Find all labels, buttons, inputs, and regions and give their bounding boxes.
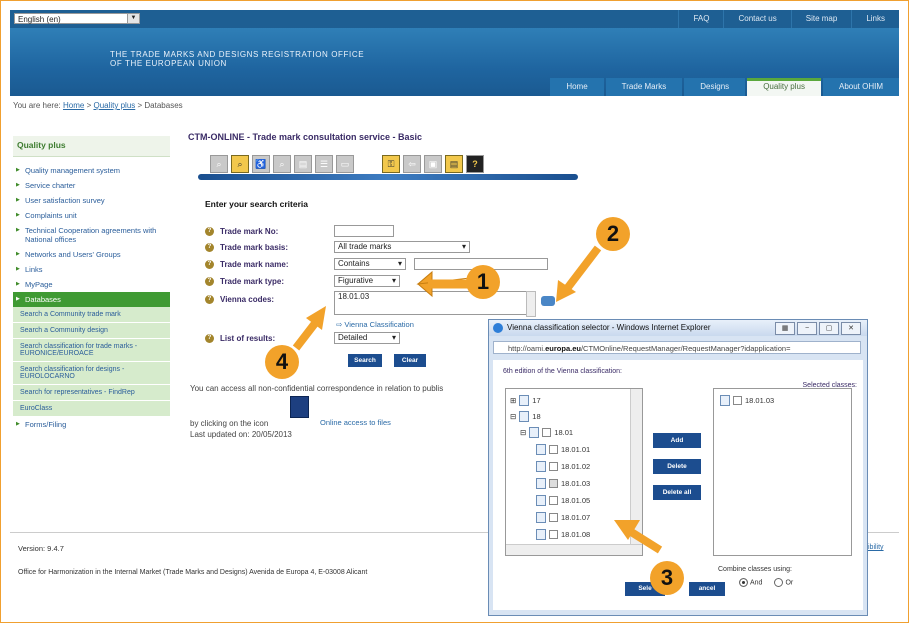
- arrow-2-shaft: [562, 245, 602, 293]
- callout-arrows: [292, 245, 663, 554]
- callout-3: 3: [650, 561, 684, 595]
- arrow-4-shaft: [292, 319, 320, 351]
- callout-2: 2: [596, 217, 630, 251]
- callout-1: 1: [466, 265, 500, 299]
- callout-4: 4: [265, 345, 299, 379]
- arrow-3-shaft: [625, 526, 663, 554]
